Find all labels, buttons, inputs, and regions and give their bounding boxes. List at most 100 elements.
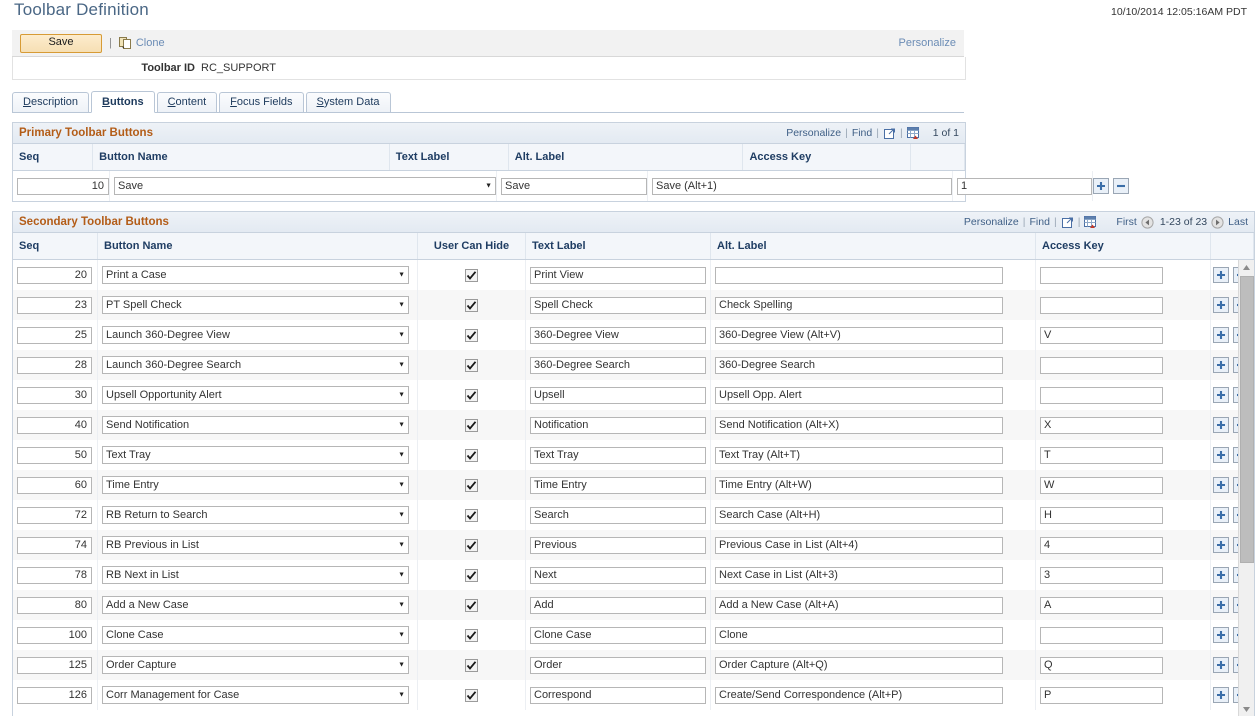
secondary-seq-input[interactable] [17, 327, 92, 344]
user-can-hide-checkbox[interactable] [465, 689, 478, 702]
secondary-access-key-input[interactable] [1040, 657, 1163, 674]
secondary-button-name-select[interactable]: Launch 360-Degree View [102, 326, 409, 344]
secondary-seq-input[interactable] [17, 357, 92, 374]
secondary-seq-input[interactable] [17, 537, 92, 554]
user-can-hide-checkbox[interactable] [465, 509, 478, 522]
secondary-text-label-input[interactable] [530, 297, 706, 314]
tab-content[interactable]: Content [157, 92, 218, 112]
tab-buttons[interactable]: Buttons [91, 91, 155, 113]
secondary-alt-label-input[interactable] [715, 417, 1003, 434]
download-grid-icon[interactable] [1084, 216, 1098, 229]
user-can-hide-checkbox[interactable] [465, 599, 478, 612]
secondary-button-name-select-wrapper[interactable]: Print a Case [102, 266, 409, 284]
add-row-button[interactable] [1213, 687, 1229, 703]
primary-personalize-link[interactable]: Personalize [786, 127, 841, 139]
secondary-text-label-input[interactable] [530, 657, 706, 674]
primary-find-link[interactable]: Find [852, 127, 872, 139]
secondary-text-label-input[interactable] [530, 477, 706, 494]
user-can-hide-checkbox[interactable] [465, 539, 478, 552]
add-row-button[interactable] [1213, 267, 1229, 283]
secondary-button-name-select[interactable]: Send Notification [102, 416, 409, 434]
secondary-alt-label-input[interactable] [715, 297, 1003, 314]
add-row-button[interactable] [1213, 357, 1229, 373]
add-row-button[interactable] [1213, 327, 1229, 343]
secondary-text-label-input[interactable] [530, 567, 706, 584]
view-all-icon[interactable] [883, 127, 896, 140]
primary-text-label-input[interactable] [501, 178, 647, 195]
secondary-seq-input[interactable] [17, 597, 92, 614]
add-row-button[interactable] [1213, 447, 1229, 463]
secondary-text-label-input[interactable] [530, 687, 706, 704]
nav-last-link[interactable]: Last [1228, 216, 1248, 228]
secondary-text-label-input[interactable] [530, 387, 706, 404]
secondary-button-name-select-wrapper[interactable]: Corr Management for Case [102, 686, 409, 704]
personalize-link[interactable]: Personalize [899, 37, 956, 49]
secondary-alt-label-input[interactable] [715, 657, 1003, 674]
scroll-up-arrow[interactable] [1239, 260, 1253, 274]
secondary-access-key-input[interactable] [1040, 417, 1163, 434]
secondary-seq-input[interactable] [17, 477, 92, 494]
secondary-alt-label-input[interactable] [715, 357, 1003, 374]
secondary-button-name-select-wrapper[interactable]: Clone Case [102, 626, 409, 644]
secondary-button-name-select[interactable]: Clone Case [102, 626, 409, 644]
user-can-hide-checkbox[interactable] [465, 569, 478, 582]
secondary-access-key-input[interactable] [1040, 627, 1163, 644]
secondary-find-link[interactable]: Find [1030, 216, 1050, 228]
primary-access-key-input[interactable] [957, 178, 1092, 195]
secondary-button-name-select[interactable]: Time Entry [102, 476, 409, 494]
add-row-button[interactable] [1213, 537, 1229, 553]
secondary-access-key-input[interactable] [1040, 327, 1163, 344]
secondary-access-key-input[interactable] [1040, 297, 1163, 314]
primary-button-name-select-wrapper[interactable]: Save [114, 177, 496, 195]
secondary-text-label-input[interactable] [530, 447, 706, 464]
secondary-alt-label-input[interactable] [715, 537, 1003, 554]
secondary-alt-label-input[interactable] [715, 627, 1003, 644]
add-row-button[interactable] [1213, 387, 1229, 403]
secondary-seq-input[interactable] [17, 267, 92, 284]
secondary-button-name-select-wrapper[interactable]: Add a New Case [102, 596, 409, 614]
secondary-alt-label-input[interactable] [715, 327, 1003, 344]
add-row-button[interactable] [1213, 597, 1229, 613]
secondary-text-label-input[interactable] [530, 327, 706, 344]
secondary-access-key-input[interactable] [1040, 597, 1163, 614]
secondary-alt-label-input[interactable] [715, 687, 1003, 704]
secondary-button-name-select[interactable]: Print a Case [102, 266, 409, 284]
secondary-text-label-input[interactable] [530, 597, 706, 614]
user-can-hide-checkbox[interactable] [465, 659, 478, 672]
add-row-button[interactable] [1213, 477, 1229, 493]
add-row-button[interactable] [1213, 567, 1229, 583]
remove-row-button[interactable] [1113, 178, 1129, 194]
secondary-seq-input[interactable] [17, 417, 92, 434]
secondary-access-key-input[interactable] [1040, 567, 1163, 584]
secondary-button-name-select-wrapper[interactable]: PT Spell Check [102, 296, 409, 314]
secondary-access-key-input[interactable] [1040, 537, 1163, 554]
secondary-alt-label-input[interactable] [715, 567, 1003, 584]
secondary-button-name-select[interactable]: RB Previous in List [102, 536, 409, 554]
secondary-seq-input[interactable] [17, 387, 92, 404]
view-all-icon[interactable] [1061, 216, 1074, 229]
secondary-button-name-select-wrapper[interactable]: Order Capture [102, 656, 409, 674]
secondary-button-name-select[interactable]: RB Return to Search [102, 506, 409, 524]
add-row-button[interactable] [1213, 417, 1229, 433]
tab-description[interactable]: Description [12, 92, 89, 112]
secondary-seq-input[interactable] [17, 657, 92, 674]
tab-system-data[interactable]: System Data [306, 92, 391, 112]
secondary-button-name-select-wrapper[interactable]: Launch 360-Degree View [102, 326, 409, 344]
secondary-access-key-input[interactable] [1040, 507, 1163, 524]
primary-button-name-select[interactable]: Save [114, 177, 496, 195]
secondary-access-key-input[interactable] [1040, 477, 1163, 494]
user-can-hide-checkbox[interactable] [465, 449, 478, 462]
secondary-seq-input[interactable] [17, 507, 92, 524]
user-can-hide-checkbox[interactable] [465, 329, 478, 342]
secondary-button-name-select[interactable]: PT Spell Check [102, 296, 409, 314]
secondary-button-name-select[interactable]: Upsell Opportunity Alert [102, 386, 409, 404]
secondary-button-name-select-wrapper[interactable]: RB Return to Search [102, 506, 409, 524]
secondary-alt-label-input[interactable] [715, 597, 1003, 614]
secondary-seq-input[interactable] [17, 447, 92, 464]
scrollbar-thumb[interactable] [1240, 276, 1254, 563]
secondary-text-label-input[interactable] [530, 417, 706, 434]
secondary-button-name-select[interactable]: Corr Management for Case [102, 686, 409, 704]
secondary-seq-input[interactable] [17, 627, 92, 644]
secondary-button-name-select[interactable]: Order Capture [102, 656, 409, 674]
download-grid-icon[interactable] [907, 127, 921, 140]
